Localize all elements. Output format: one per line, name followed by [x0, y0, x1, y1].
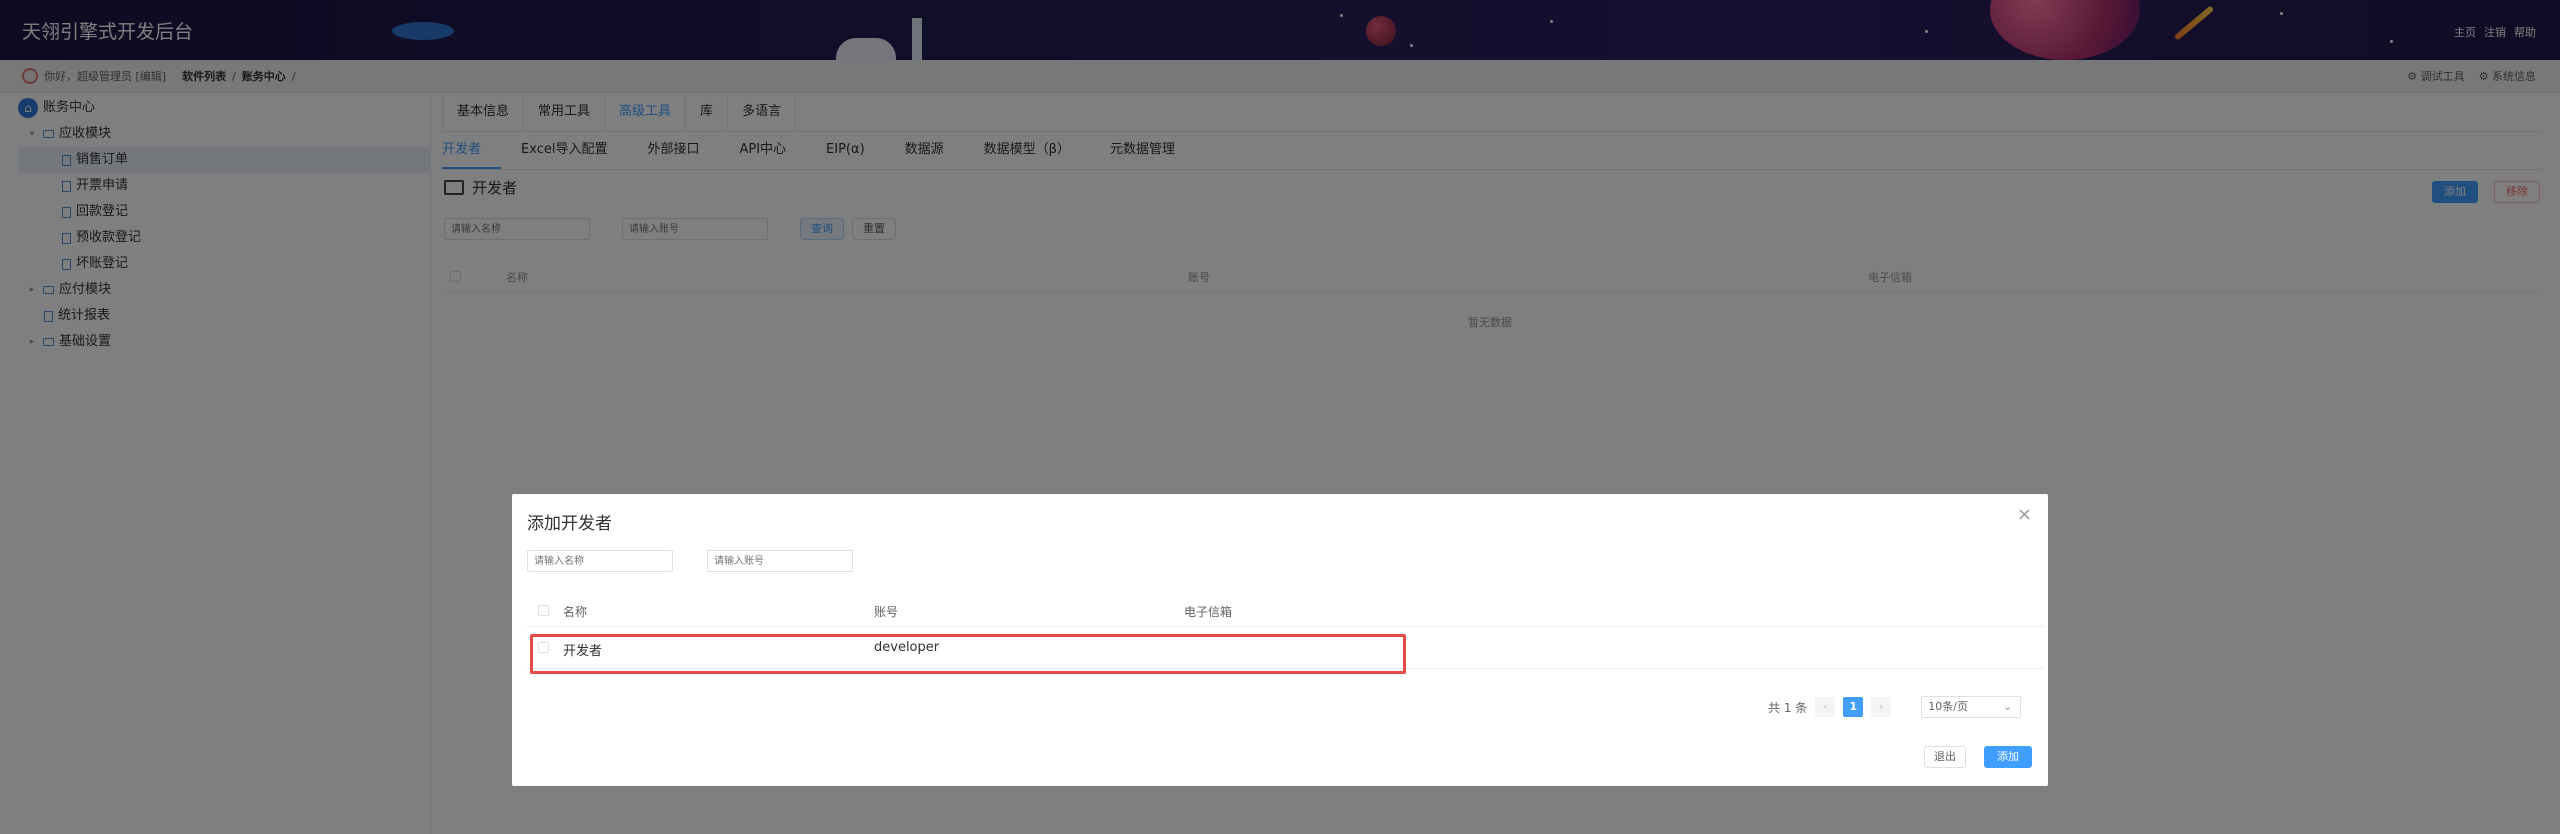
add-developer-dialog: 添加开发者 × 名称 账号 电子信箱 开发者 developer 共 1 条 ‹…: [512, 494, 2048, 786]
page-number-button[interactable]: 1: [1843, 697, 1864, 717]
dialog-add-button[interactable]: 添加: [1984, 746, 2032, 768]
dialog-name-input[interactable]: [527, 550, 673, 572]
close-icon[interactable]: ×: [2017, 504, 2032, 525]
total-count: 共 1 条: [1768, 700, 1808, 715]
pagination: 共 1 条 ‹ 1 › 10条/页 ⌄: [1768, 696, 2022, 718]
dialog-table-header: 名称 账号 电子信箱: [527, 596, 2045, 627]
dialog-account-input[interactable]: [707, 550, 853, 572]
col-name: 名称: [563, 605, 588, 619]
next-page-button[interactable]: ›: [1871, 697, 1892, 717]
col-account: 账号: [874, 605, 899, 619]
page-size-select[interactable]: 10条/页 ⌄: [1921, 696, 2022, 718]
row-highlight-box: [530, 634, 1406, 674]
chevron-down-icon: ⌄: [2003, 700, 2013, 713]
exit-button[interactable]: 退出: [1924, 746, 1966, 768]
col-email: 电子信箱: [1184, 605, 1233, 619]
prev-page-button[interactable]: ‹: [1815, 697, 1836, 717]
dialog-title: 添加开发者: [527, 514, 612, 534]
dialog-select-all-checkbox[interactable]: [538, 605, 549, 616]
